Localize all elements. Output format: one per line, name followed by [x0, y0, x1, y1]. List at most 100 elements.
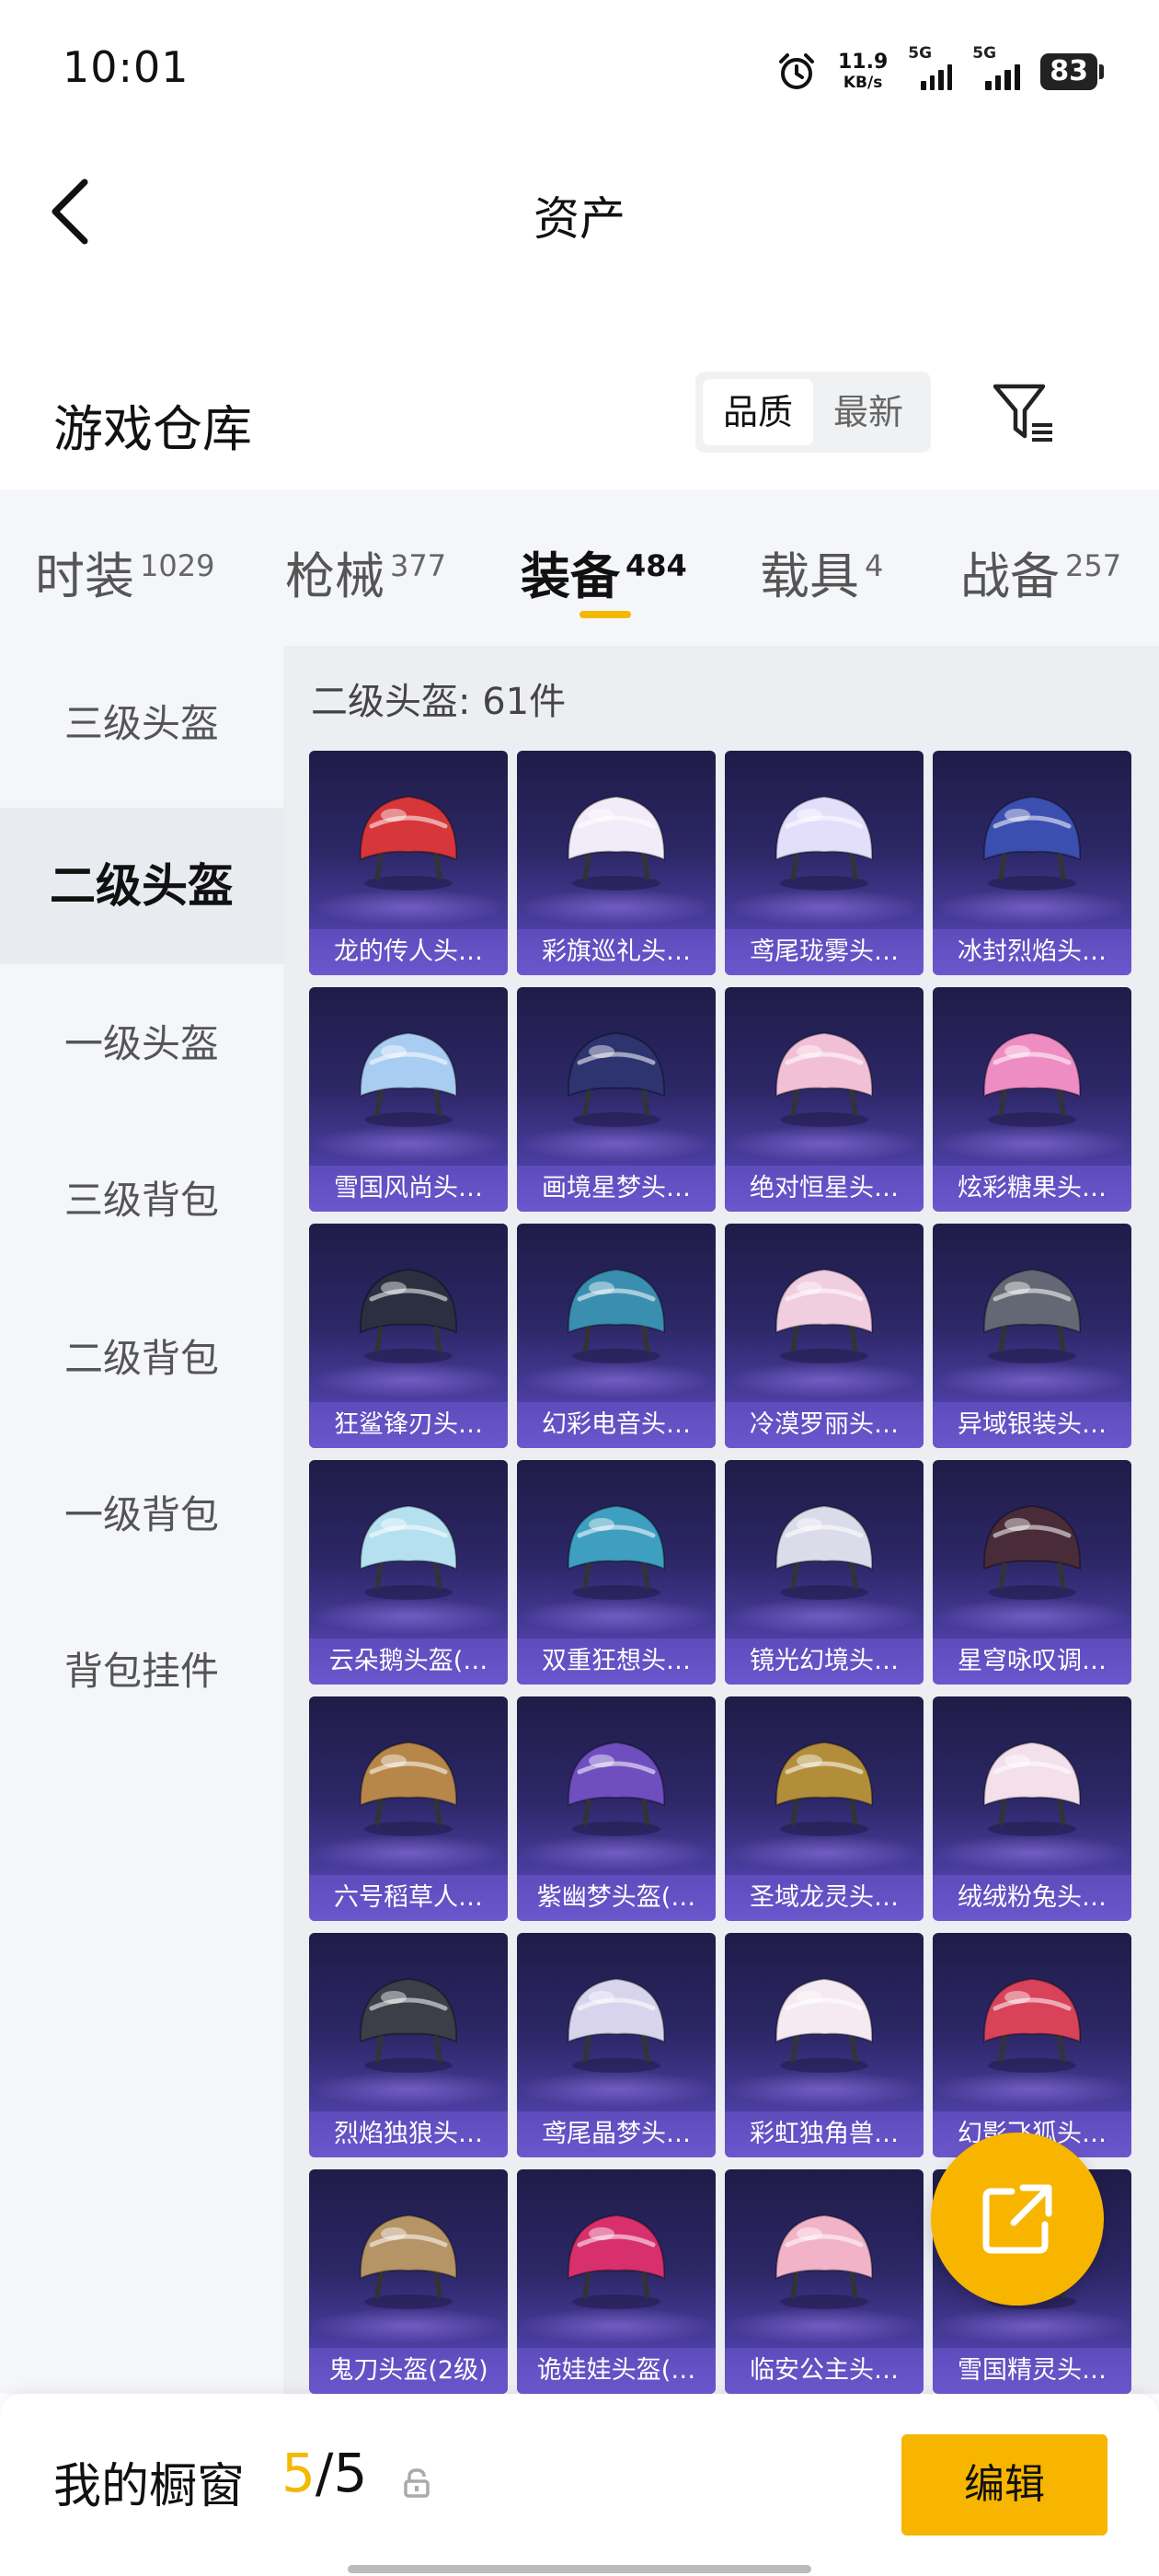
item-card[interactable]: 鸢尾晶梦头…	[517, 1933, 716, 2157]
helmet-icon	[982, 1741, 1082, 1836]
helmet-icon	[775, 1504, 874, 1600]
item-card-name: 彩旗巡礼头…	[517, 929, 716, 975]
item-card[interactable]: 冰封烈焰头…	[933, 751, 1131, 975]
item-card[interactable]: 烈焰独狼头…	[309, 1933, 508, 2157]
item-card[interactable]: 紫幽梦头盔(…	[517, 1696, 716, 1921]
nav-bar: 资产	[0, 138, 1159, 285]
item-card[interactable]: 绒绒粉兔头…	[933, 1696, 1131, 1921]
item-card[interactable]: 双重狂想头…	[517, 1460, 716, 1685]
sort-by-newest[interactable]: 最新	[813, 379, 924, 445]
signal-sim2-icon: 5G	[972, 44, 1021, 90]
status-bar: 10:01 11.9 KB/s 5G 5G 83	[0, 0, 1159, 138]
sidebar-item-level2-helmet[interactable]: 二级头盔	[0, 808, 283, 964]
home-indicator	[348, 2565, 811, 2573]
showcase-count: 5/5	[281, 2442, 367, 2504]
item-card-name: 雪国精灵头…	[933, 2348, 1131, 2394]
sidebar-item-level3-helmet[interactable]: 三级头盔	[0, 646, 283, 802]
item-card-name: 六号稻草人…	[309, 1875, 508, 1921]
battery-level: 83	[1040, 53, 1097, 90]
tab-vehicles[interactable]: 载具 4	[760, 535, 883, 608]
item-card[interactable]: 星穹咏叹调…	[933, 1460, 1131, 1685]
helmet-icon	[567, 1741, 666, 1836]
tab-battle-gear-label: 战备	[960, 547, 1060, 605]
item-card-name: 星穹咏叹调…	[933, 1639, 1131, 1685]
showcase-title: 我的橱窗	[53, 2459, 246, 2514]
share-external-icon	[982, 2184, 1052, 2254]
item-card[interactable]: 鬼刀头盔(2级)	[309, 2169, 508, 2394]
helmet-icon	[567, 1268, 666, 1363]
sidebar-item-backpack-charm[interactable]: 背包挂件	[0, 1593, 283, 1750]
item-card[interactable]: 诡娃娃头盔(…	[517, 2169, 716, 2394]
tab-equipment-count: 484	[625, 548, 687, 583]
item-card[interactable]: 冷漠罗丽头…	[725, 1224, 924, 1448]
page-title: 资产	[534, 192, 625, 246]
item-card[interactable]: 彩旗巡礼头…	[517, 751, 716, 975]
lock-icon	[404, 2468, 430, 2498]
item-card[interactable]: 幻影飞狐头…	[933, 1933, 1131, 2157]
helmet-icon	[982, 1504, 1082, 1600]
item-card[interactable]: 炫彩糖果头…	[933, 987, 1131, 1212]
item-card-name: 云朵鹅头盔(…	[309, 1639, 508, 1685]
item-card[interactable]: 六号稻草人…	[309, 1696, 508, 1921]
item-card-name: 雪国风尚头…	[309, 1166, 508, 1212]
item-card[interactable]: 镜光幻境头…	[725, 1460, 924, 1685]
item-card[interactable]: 临安公主头…	[725, 2169, 924, 2394]
helmet-icon	[982, 1977, 1082, 2073]
item-card[interactable]: 画境星梦头…	[517, 987, 716, 1212]
showcase-bottom-bar: 我的橱窗 5/5 编辑	[0, 2394, 1159, 2576]
item-card-name: 彩虹独角兽…	[725, 2111, 924, 2157]
item-card[interactable]: 龙的传人头…	[309, 751, 508, 975]
item-card-name: 诡娃娃头盔(…	[517, 2348, 716, 2394]
helmet-icon	[982, 1031, 1082, 1127]
helmet-icon	[775, 1741, 874, 1836]
tab-battle-gear[interactable]: 战备 257	[960, 535, 1121, 608]
item-card-name: 绝对恒星头…	[725, 1166, 924, 1212]
item-card[interactable]: 鸢尾珑雾头…	[725, 751, 924, 975]
item-card[interactable]: 幻彩电音头…	[517, 1224, 716, 1448]
item-card[interactable]: 云朵鹅头盔(…	[309, 1460, 508, 1685]
item-card[interactable]: 绝对恒星头…	[725, 987, 924, 1212]
tab-battle-gear-count: 257	[1065, 548, 1122, 583]
helmet-icon	[567, 1031, 666, 1127]
category-tabs: 时装 1029 枪械 377 装备 484 载具 4 战备 257	[0, 489, 1159, 646]
network-speed-unit: KB/s	[843, 74, 883, 92]
edit-button[interactable]: 编辑	[901, 2434, 1107, 2536]
item-card-name: 圣域龙灵头…	[725, 1875, 924, 1921]
item-card-name: 鸢尾珑雾头…	[725, 929, 924, 975]
item-card[interactable]: 雪国风尚头…	[309, 987, 508, 1212]
helmet-icon	[359, 1977, 458, 2073]
showcase-total: 5	[333, 2442, 368, 2504]
helmet-icon	[567, 2214, 666, 2309]
tab-weapons[interactable]: 枪械 377	[285, 535, 446, 608]
item-card[interactable]: 狂鲨锋刃头…	[309, 1224, 508, 1448]
sim1-label: 5G	[908, 44, 933, 63]
item-card[interactable]: 圣域龙灵头…	[725, 1696, 924, 1921]
sidebar-item-level3-backpack[interactable]: 三级背包	[0, 1122, 283, 1279]
sidebar-item-level1-backpack[interactable]: 一级背包	[0, 1437, 283, 1593]
item-card-name: 异域银装头…	[933, 1402, 1131, 1448]
sidebar-item-level1-helmet[interactable]: 一级头盔	[0, 966, 283, 1122]
sort-by-quality[interactable]: 品质	[703, 379, 813, 445]
showcase-separator: /	[315, 2442, 334, 2504]
helmet-icon	[359, 795, 458, 891]
helmet-icon	[775, 1977, 874, 2073]
helmet-icon	[775, 2214, 874, 2309]
sidebar-item-level2-backpack[interactable]: 二级背包	[0, 1281, 283, 1437]
active-tab-indicator	[580, 611, 631, 618]
tab-weapons-label: 枪械	[285, 547, 384, 605]
tab-equipment[interactable]: 装备 484	[521, 535, 687, 608]
filter-icon[interactable]	[992, 381, 1056, 445]
warehouse-header: 游戏仓库 品质 最新	[0, 368, 1159, 488]
status-indicators: 11.9 KB/s 5G 5G 83	[775, 44, 1104, 99]
tab-fashion[interactable]: 时装 1029	[35, 535, 214, 608]
tab-fashion-label: 时装	[35, 547, 134, 605]
tab-weapons-count: 377	[390, 548, 447, 583]
item-card-name: 鬼刀头盔(2级)	[309, 2348, 508, 2394]
share-fab-button[interactable]	[931, 2133, 1104, 2306]
item-card-name: 双重狂想头…	[517, 1639, 716, 1685]
item-card[interactable]: 异域银装头…	[933, 1224, 1131, 1448]
helmet-icon	[359, 1268, 458, 1363]
item-card[interactable]: 彩虹独角兽…	[725, 1933, 924, 2157]
alarm-clock-icon	[778, 53, 814, 89]
item-card-name: 鸢尾晶梦头…	[517, 2111, 716, 2157]
